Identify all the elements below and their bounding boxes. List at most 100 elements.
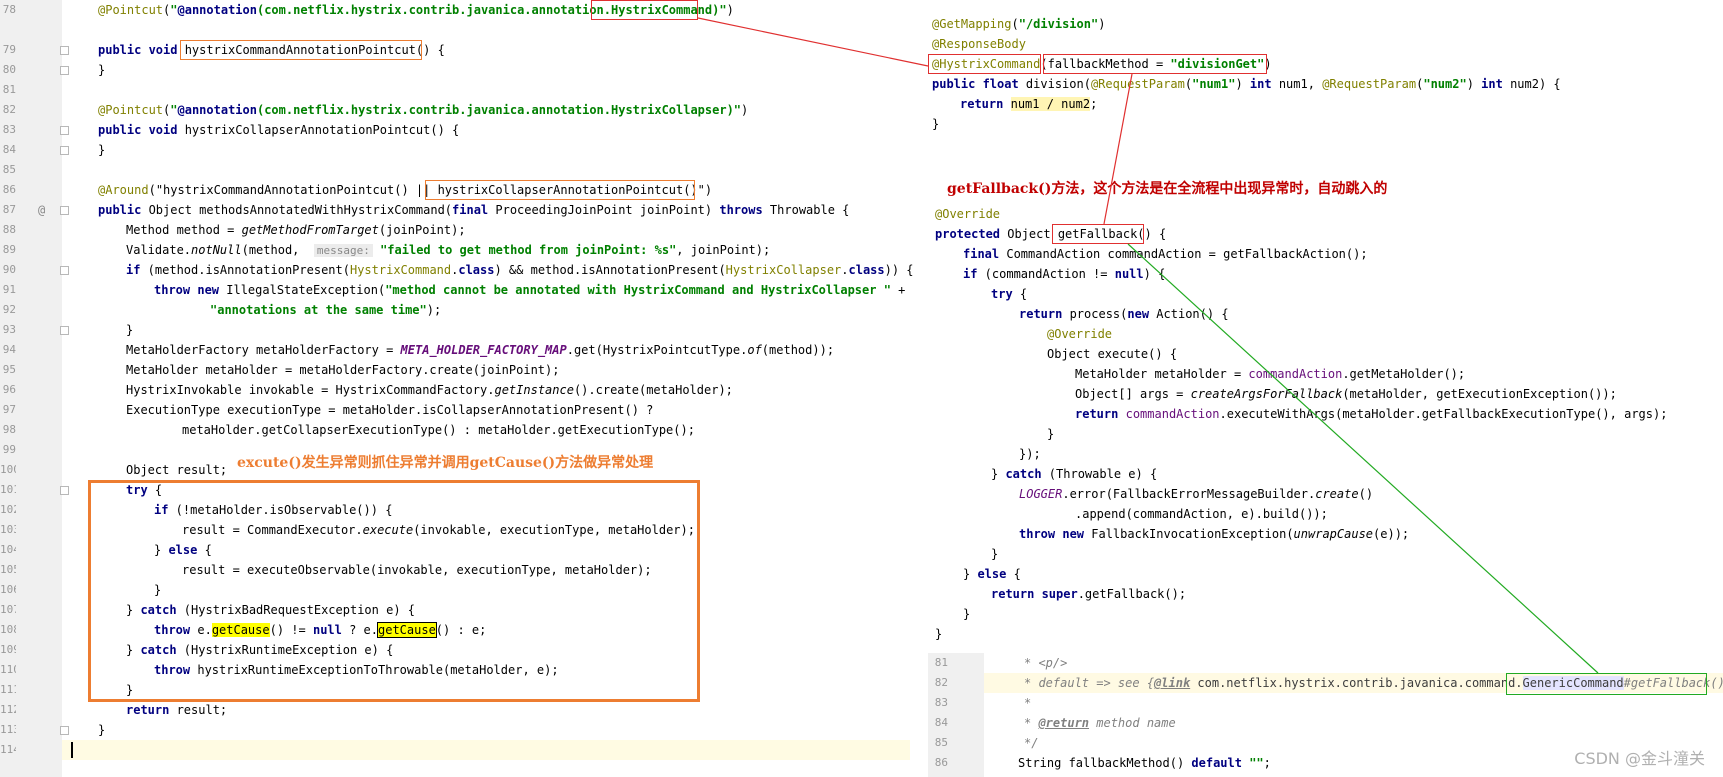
current-line-highlight (62, 740, 910, 760)
line-number: 107 (0, 603, 16, 616)
annotation-note-getfallback: getFallback()方法，这个方法是在全流程中出现异常时，自动跳入的 (947, 181, 1388, 197)
code-line: } (935, 627, 943, 641)
code-line: @Around("hystrixCommandAnnotationPointcu… (98, 183, 713, 197)
code-line: } (1047, 427, 1055, 441)
line-number: 84 (934, 716, 948, 729)
fold-marker-icon[interactable] (60, 326, 69, 335)
code-line: protected Object getFallback() { (935, 227, 1167, 241)
code-line: } catch (Throwable e) { (991, 467, 1158, 481)
code-line: Validate.notNull(method, message: "faile… (126, 243, 771, 257)
line-number: 82 (2, 103, 16, 116)
line-number: 103 (0, 523, 16, 536)
code-line: if (commandAction != null) { (963, 267, 1166, 281)
line-number: 85 (2, 163, 16, 176)
right-code-snippet[interactable]: @GetMapping("/division") @ResponseBody @… (925, 0, 1723, 650)
watermark: CSDN @金斗潼关 (1574, 749, 1705, 768)
code-line: }); (1019, 447, 1041, 461)
code-line: @GetMapping("/division") (932, 17, 1106, 31)
code-line: if (!metaHolder.isObservable()) { (154, 503, 393, 517)
code-line: return num1 / num2; (960, 97, 1098, 111)
line-number: 81 (2, 83, 16, 96)
line-number: 87 (2, 203, 16, 216)
code-line: */ (1024, 736, 1039, 750)
code-line: return process(new Action() { (1019, 307, 1229, 321)
code-line: try { (991, 287, 1028, 301)
code-line: } (963, 607, 971, 621)
line-number: 81 (934, 656, 948, 669)
code-line: @Pointcut("@annotation(com.netflix.hystr… (98, 3, 734, 17)
code-line: @Override (935, 207, 1001, 221)
override-marker-icon[interactable]: @ (38, 200, 45, 220)
line-number: 79 (2, 43, 16, 56)
line-number: 101 (0, 483, 16, 496)
fold-marker-icon[interactable] (60, 146, 69, 155)
code-line: HystrixInvokable invokable = HystrixComm… (126, 383, 733, 397)
line-number: 90 (2, 263, 16, 276)
text-caret (71, 742, 73, 758)
code-line: } (126, 323, 134, 337)
line-number: 109 (0, 643, 16, 656)
code-line: public Object methodsAnnotatedWithHystri… (98, 203, 850, 217)
code-line: ExecutionType executionType = metaHolder… (126, 403, 654, 417)
code-line: public void hystrixCommandAnnotationPoin… (98, 43, 445, 57)
code-line: throw new IllegalStateException("method … (154, 283, 906, 297)
code-line: String fallbackMethod() default ""; (1018, 756, 1271, 770)
code-line: } (991, 547, 999, 561)
left-code-editor[interactable]: 78 79 80 81 82 83 84 85 86 87 88 89 90 9… (0, 0, 914, 777)
line-number: 85 (934, 736, 948, 749)
code-line: result = executeObservable(invokable, ex… (182, 563, 652, 577)
code-line: Method method = getMethodFromTarget(join… (126, 223, 466, 237)
code-line: } (98, 723, 106, 737)
code-line: * (1024, 696, 1032, 710)
code-line: } (932, 117, 940, 131)
line-number: 99 (2, 443, 16, 456)
fold-marker-icon[interactable] (60, 46, 69, 55)
line-number: 102 (0, 503, 16, 516)
code-line: } catch (HystrixBadRequestException e) { (126, 603, 415, 617)
line-number: 91 (2, 283, 16, 296)
code-line: @HystrixCommand(fallbackMethod = "divisi… (932, 57, 1272, 71)
code-line: final CommandAction commandAction = getF… (963, 247, 1368, 261)
line-number: 86 (934, 756, 948, 769)
code-line: @Override (1047, 327, 1113, 341)
code-line: * default => see {@link com.netflix.hyst… (1024, 676, 1723, 690)
line-number: 113 (0, 723, 16, 736)
code-line: LOGGER.error(FallbackErrorMessageBuilder… (1019, 487, 1374, 501)
line-number: 96 (2, 383, 16, 396)
line-number: 80 (2, 63, 16, 76)
code-line: } (154, 583, 162, 597)
line-number: 106 (0, 583, 16, 596)
line-number: 78 (2, 3, 16, 16)
line-number: 105 (0, 563, 16, 576)
line-number: 97 (2, 403, 16, 416)
line-number: 108 (0, 623, 16, 636)
fold-marker-icon[interactable] (60, 726, 69, 735)
code-line: if (method.isAnnotationPresent(HystrixCo… (126, 263, 914, 277)
fold-marker-icon[interactable] (60, 126, 69, 135)
fold-marker-icon[interactable] (60, 66, 69, 75)
code-line: throw e.getCause() != null ? e.getCause(… (154, 622, 487, 638)
code-line: throw hystrixRuntimeExceptionToThrowable… (154, 663, 559, 677)
code-line: return result; (126, 703, 228, 717)
fold-marker-icon[interactable] (60, 486, 69, 495)
code-line: throw new FallbackInvocationException(un… (1019, 527, 1410, 541)
line-number: 112 (0, 703, 16, 716)
code-line: metaHolder.getCollapserExecutionType() :… (182, 423, 695, 437)
line-number: 88 (2, 223, 16, 236)
code-line: } (98, 143, 106, 157)
line-number: 100 (0, 463, 16, 476)
fold-marker-icon[interactable] (60, 206, 69, 215)
code-line: try { (126, 483, 163, 497)
code-line: return commandAction.executeWithArgs(met… (1075, 407, 1668, 421)
line-number: 95 (2, 363, 16, 376)
code-line: } (126, 683, 134, 697)
annotation-note-execute: excute()发生异常则抓住异常并调用getCause()方法做异常处理 (237, 455, 654, 471)
line-number: 94 (2, 343, 16, 356)
fold-marker-icon[interactable] (60, 266, 69, 275)
code-line: MetaHolderFactory metaHolderFactory = ME… (126, 343, 835, 357)
line-number: 83 (934, 696, 948, 709)
code-line: } catch (HystrixRuntimeException e) { (126, 643, 394, 657)
code-line: .append(commandAction, e).build()); (1075, 507, 1328, 521)
line-number: 84 (2, 143, 16, 156)
code-line: } (98, 63, 106, 77)
